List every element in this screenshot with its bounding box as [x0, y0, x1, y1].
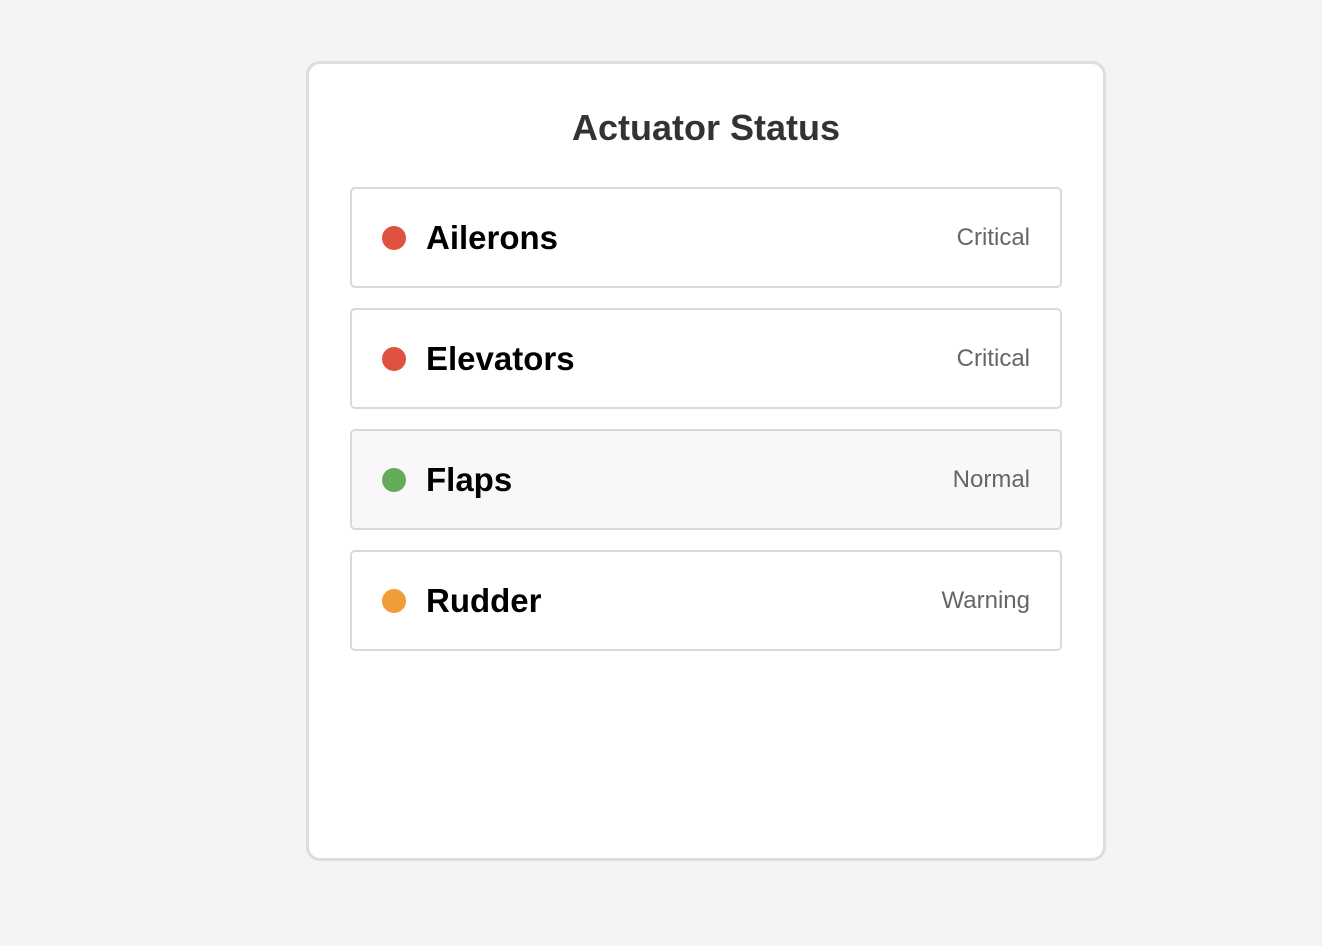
status-dot-icon — [382, 588, 406, 613]
actuator-name: Flaps — [426, 460, 513, 498]
actuator-item-flaps[interactable]: Flaps Normal — [350, 429, 1062, 530]
actuator-status-panel: Actuator Status Ailerons Critical Elevat… — [306, 61, 1106, 861]
actuator-status-label: Normal — [952, 465, 1030, 493]
actuator-name: Elevators — [426, 339, 575, 377]
actuator-status-label: Critical — [956, 223, 1030, 251]
actuator-name: Ailerons — [426, 218, 559, 256]
status-dot-icon — [382, 225, 406, 250]
actuator-status-label: Warning — [941, 586, 1030, 614]
actuator-name: Rudder — [426, 581, 542, 619]
actuator-status-label: Critical — [956, 344, 1030, 372]
status-dot-icon — [382, 467, 406, 492]
actuator-item-elevators[interactable]: Elevators Critical — [350, 308, 1062, 409]
actuator-item-ailerons[interactable]: Ailerons Critical — [350, 187, 1062, 288]
panel-title: Actuator Status — [571, 107, 841, 148]
actuator-item-rudder[interactable]: Rudder Warning — [350, 550, 1062, 651]
actuator-list: Ailerons Critical Elevators Critical Fla… — [350, 187, 1062, 671]
status-dot-icon — [382, 346, 406, 371]
